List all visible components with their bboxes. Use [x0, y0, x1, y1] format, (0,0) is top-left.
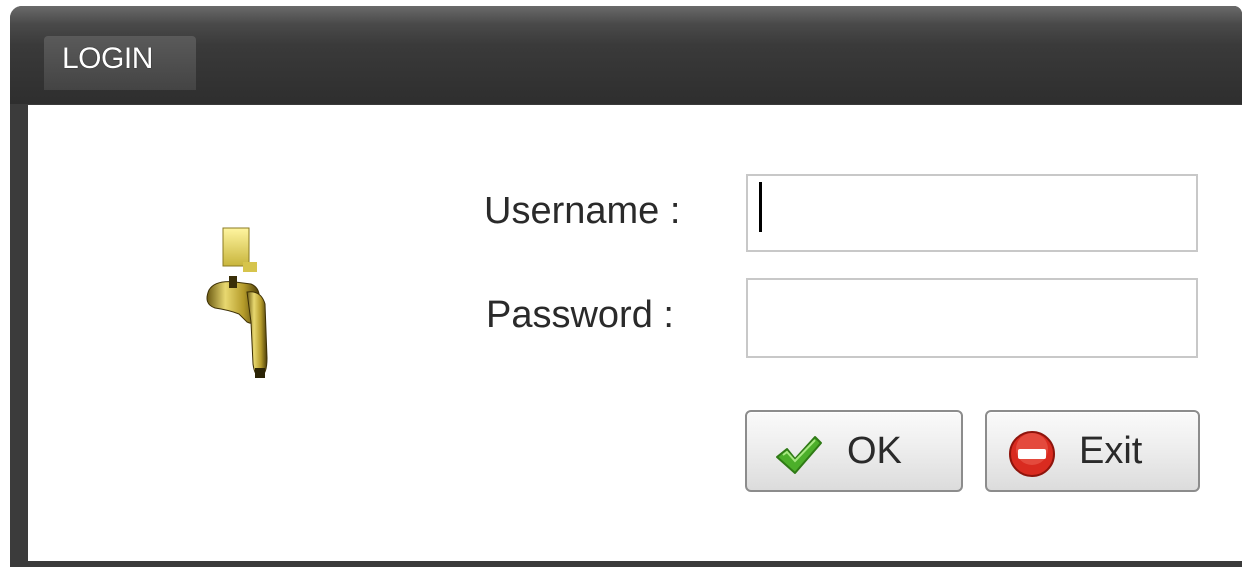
window-title: LOGIN	[62, 42, 153, 75]
exit-button-label: Exit	[1079, 430, 1143, 472]
no-entry-icon	[1009, 431, 1055, 477]
password-label: Password :	[486, 294, 674, 336]
key-lock-icon	[206, 227, 268, 378]
title-bar: LOGIN	[10, 6, 1242, 104]
username-input[interactable]	[746, 174, 1198, 252]
username-label: Username :	[484, 190, 681, 232]
password-input[interactable]	[746, 278, 1198, 358]
text-caret	[759, 182, 762, 232]
exit-button[interactable]: Exit	[985, 410, 1200, 492]
login-screen: LOGIN Username : Password : OK Exit	[0, 0, 1242, 567]
checkmark-icon	[776, 436, 822, 474]
ok-button-label: OK	[847, 430, 902, 472]
ok-button[interactable]: OK	[745, 410, 963, 492]
